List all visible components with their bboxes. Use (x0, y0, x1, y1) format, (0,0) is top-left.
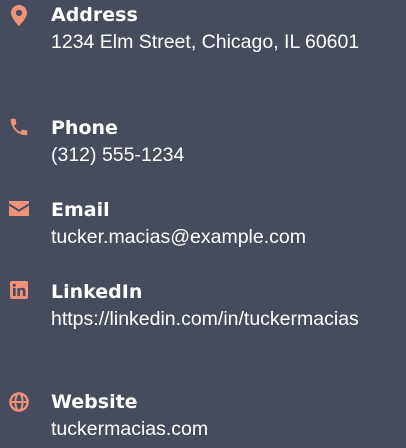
linkedin-label: LinkedIn (51, 281, 143, 303)
envelope-icon (8, 197, 30, 219)
phone-label: Phone (51, 117, 118, 139)
phone-link[interactable]: (312) 555-1234 (51, 141, 406, 169)
address-value: 1234 Elm Street, Chicago, IL 60601 (51, 31, 360, 53)
website-label: Website (51, 391, 138, 413)
email-label: Email (51, 199, 110, 221)
globe-icon (8, 391, 30, 413)
email-link[interactable]: tucker.macias@example.com (51, 223, 406, 251)
map-pin-icon (8, 4, 30, 26)
website-link[interactable]: tuckermacias.com (51, 415, 406, 443)
address-label: Address (51, 4, 138, 26)
contact-list: Address 1234 Elm Street, Chicago, IL 606… (0, 0, 406, 448)
phone-icon (8, 116, 30, 138)
linkedin-icon (8, 279, 30, 301)
linkedin-link[interactable]: https://linkedin.com/in/tuckermacias (51, 305, 406, 333)
